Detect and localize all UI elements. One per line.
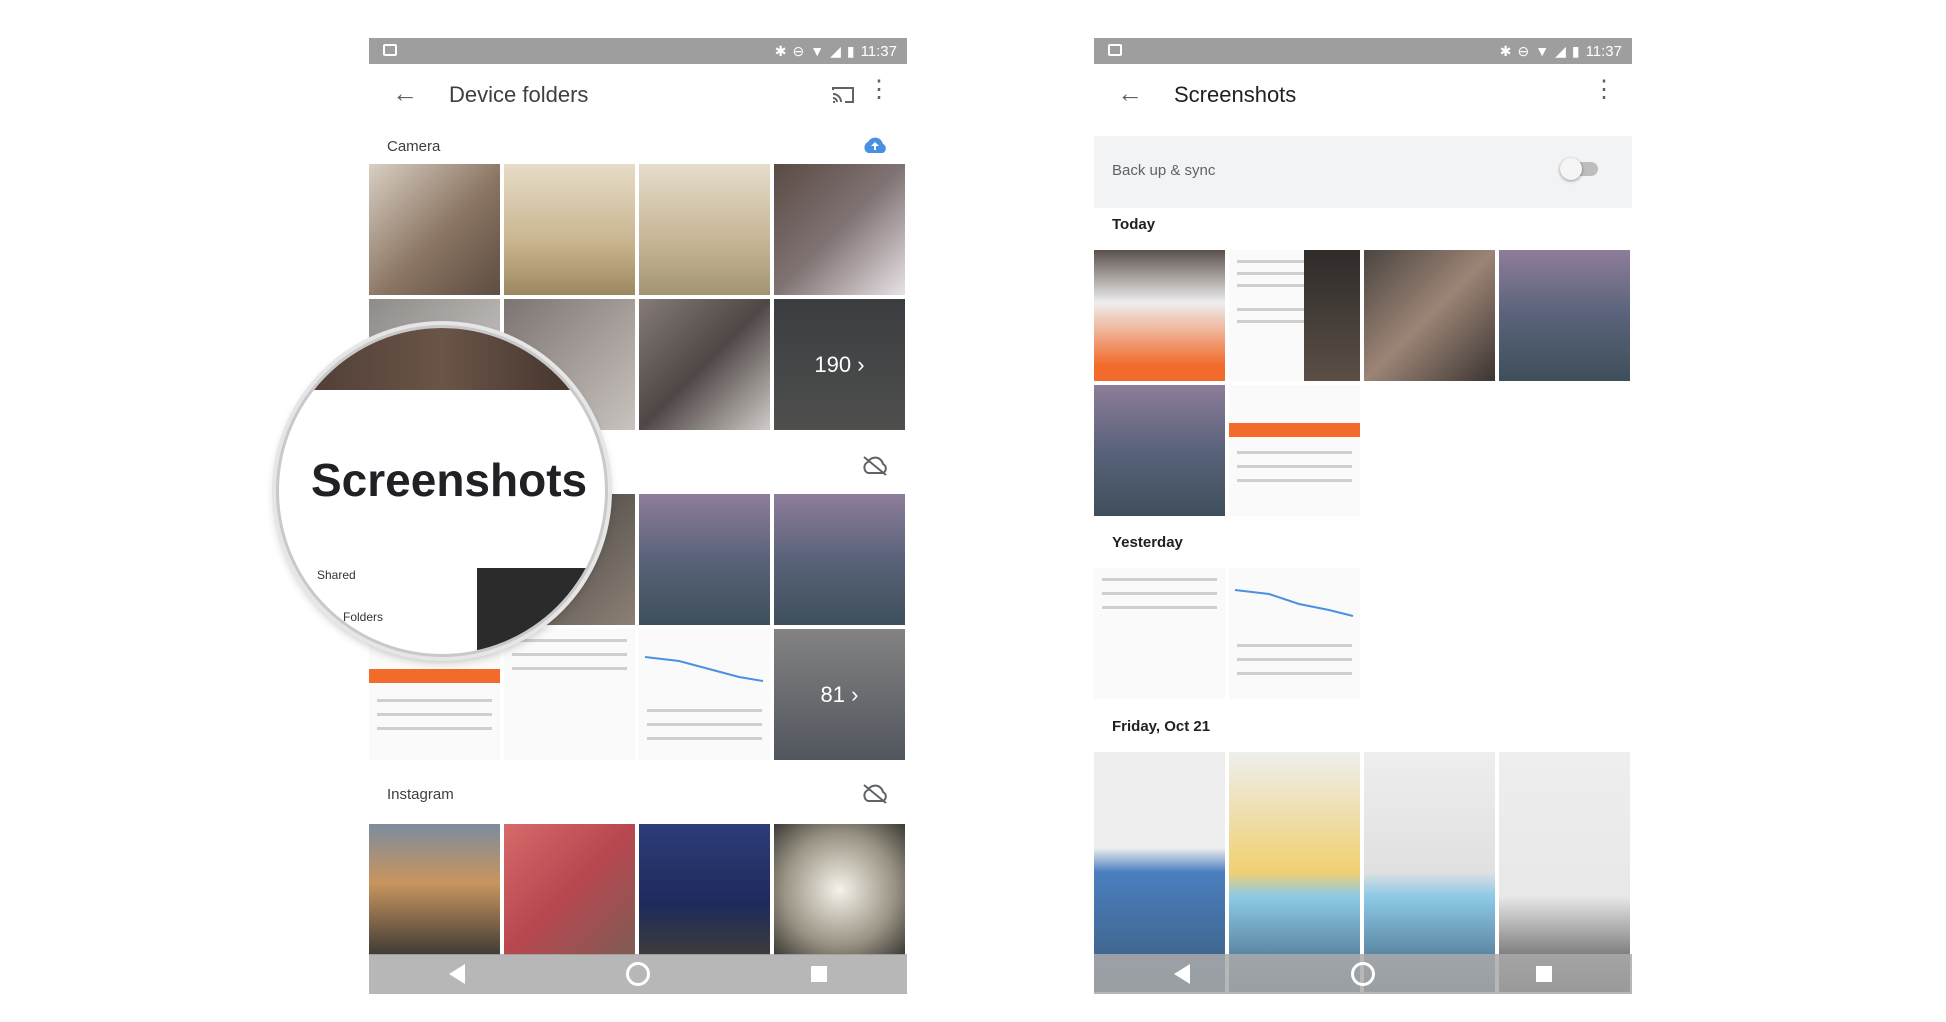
chart-thumbnail-icon: [644, 656, 764, 682]
backup-sync-toggle[interactable]: [1560, 158, 1598, 180]
magnified-dark-thumbnail: [477, 568, 605, 654]
screenshot-tile[interactable]: [1094, 385, 1225, 516]
screenshot-tile-more[interactable]: 81 ›: [774, 629, 905, 760]
nav-home-icon[interactable]: [625, 962, 650, 986]
photo-tile[interactable]: [639, 299, 770, 430]
nav-back-icon[interactable]: [1174, 964, 1191, 984]
section-instagram-label: Instagram: [387, 786, 454, 803]
screenshot-tile[interactable]: [639, 629, 770, 760]
page-title: Device folders: [449, 82, 589, 107]
more-count-overlay: 81 ›: [774, 629, 905, 760]
screenshot-tile[interactable]: [1304, 250, 1360, 381]
bluetooth-icon: ✱: [1499, 42, 1512, 59]
screenshot-tile[interactable]: [1094, 250, 1225, 381]
photo-tile[interactable]: [369, 824, 500, 955]
dnd-icon: ⊖: [1517, 42, 1530, 59]
magnified-small-text: Folders: [343, 610, 384, 624]
backup-sync-label: Back up & sync: [1112, 162, 1216, 179]
bluetooth-icon: ✱: [774, 42, 787, 59]
image-notification-icon: [383, 44, 397, 56]
section-yesterday-label: Yesterday: [1112, 534, 1183, 551]
photo-tile[interactable]: [639, 164, 770, 295]
screenshot-tile[interactable]: [1229, 568, 1360, 699]
wifi-icon: ▼: [1535, 43, 1550, 59]
photo-tile[interactable]: [369, 164, 500, 295]
page-title: Screenshots: [1174, 82, 1297, 107]
magnifier-callout: Screenshots Shared Folders: [276, 325, 608, 657]
cloud-off-icon[interactable]: [861, 782, 889, 804]
photo-tile[interactable]: [774, 164, 905, 295]
battery-icon: ▮: [846, 42, 855, 59]
status-bar: ✱ ⊖ ▼ ◢ ▮ 11:37: [369, 38, 907, 64]
more-vert-icon[interactable]: ⋮: [867, 78, 891, 102]
chart-thumbnail-icon: [1234, 589, 1354, 617]
section-friday-oct21-label: Friday, Oct 21: [1112, 718, 1211, 735]
magnified-photo: [279, 328, 605, 390]
screenshot-tile[interactable]: [1229, 385, 1360, 516]
phone-screenshots-folder: ✱ ⊖ ▼ ◢ ▮ 11:37 ← Screenshots ⋮ Back up …: [1094, 38, 1632, 994]
dnd-icon: ⊖: [792, 42, 805, 59]
cast-icon[interactable]: [831, 86, 855, 104]
image-notification-icon: [1108, 44, 1122, 56]
cloud-off-icon[interactable]: [861, 454, 889, 476]
app-bar: ← Screenshots ⋮: [1094, 64, 1632, 128]
screenshot-tile[interactable]: [639, 494, 770, 625]
screenshot-tile[interactable]: [1094, 568, 1225, 699]
status-bar: ✱ ⊖ ▼ ◢ ▮ 11:37: [1094, 38, 1632, 64]
more-vert-icon[interactable]: ⋮: [1592, 78, 1616, 102]
arrow-left-icon[interactable]: ←: [1112, 78, 1148, 109]
navigation-bar: [369, 954, 907, 994]
magnified-screenshots-label: Screenshots: [311, 454, 588, 506]
navigation-bar: [1094, 954, 1632, 994]
more-count-overlay: 190 ›: [774, 299, 905, 430]
photo-tile[interactable]: [504, 824, 635, 955]
photo-tile-more[interactable]: 190 ›: [774, 299, 905, 430]
magnified-small-text: Shared: [317, 568, 356, 582]
signal-icon: ◢: [830, 42, 841, 59]
nav-recents-icon[interactable]: [810, 966, 827, 982]
status-time: 11:37: [860, 42, 897, 60]
nav-home-icon[interactable]: [1350, 962, 1375, 986]
cloud-upload-icon[interactable]: [861, 134, 889, 156]
nav-recents-icon[interactable]: [1535, 966, 1552, 982]
screenshot-tile[interactable]: [1499, 250, 1630, 381]
wifi-icon: ▼: [810, 43, 825, 59]
section-camera-label: Camera: [387, 138, 441, 155]
photo-tile[interactable]: [639, 824, 770, 955]
battery-icon: ▮: [1571, 42, 1580, 59]
nav-back-icon[interactable]: [449, 964, 466, 984]
screenshot-tile[interactable]: [1364, 250, 1495, 381]
backup-sync-row[interactable]: Back up & sync: [1094, 136, 1632, 208]
status-time: 11:37: [1585, 42, 1622, 60]
photo-tile[interactable]: [504, 164, 635, 295]
screenshot-tile[interactable]: [774, 494, 905, 625]
arrow-left-icon[interactable]: ←: [387, 78, 423, 109]
section-today-label: Today: [1112, 216, 1156, 233]
photo-tile[interactable]: [774, 824, 905, 955]
app-bar: ← Device folders ⋮: [369, 64, 907, 128]
signal-icon: ◢: [1555, 42, 1566, 59]
